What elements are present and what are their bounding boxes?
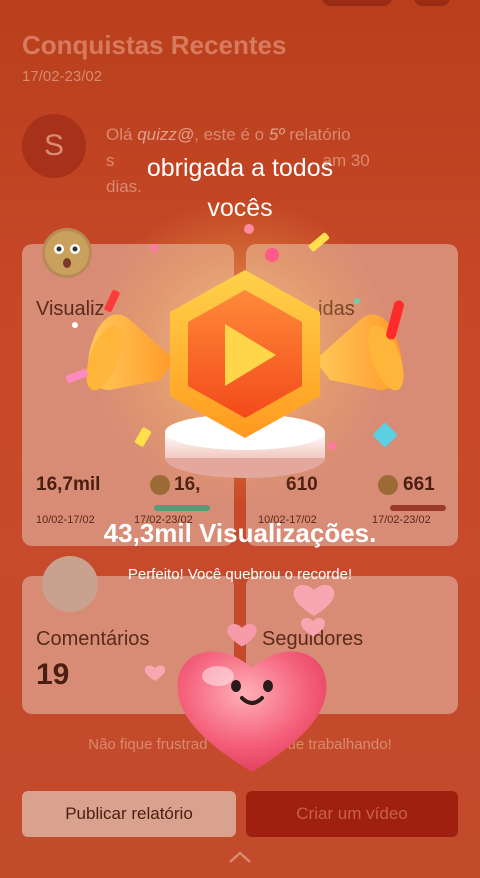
create-video-button[interactable]: Criar um vídeo [246,791,458,837]
views-prev-dates: 10/02-17/02 [36,514,95,526]
page-date-range: 17/02-23/02 [22,68,103,85]
comments-value: 19 [36,658,70,691]
intro-number: 5º [268,125,285,144]
views-curr-dates: 17/02-23/02 [134,514,193,526]
surprised-face-icon [42,228,92,278]
second-card-label: idas [318,298,355,320]
intro-text: Olá quizz@, este é o 5º relatório s am 30… [106,122,416,200]
second-prev-dates: 10/02-17/02 [258,514,317,526]
second-curr-bar [390,505,446,511]
encourage-right: ue trabalhando! [287,736,392,753]
avatar-letter: S [43,129,64,162]
intro-part3: relatório [284,125,351,144]
views-card-label: Visualiz [36,298,105,320]
surprised-face-icon [150,475,170,495]
intro-line2-tail: am 30 [322,151,370,170]
top-tab-stub [322,0,392,6]
intro-line2-start: s [106,151,115,170]
encourage-left: Não fique frustrad [88,736,208,753]
page-title: Conquistas Recentes [22,30,287,60]
comments-label: Comentários [36,628,150,650]
cool-face-icon [378,475,398,495]
intro-part1: Olá [106,125,138,144]
encourage-text: Não fique frustrad ue trabalhando! [0,736,480,753]
intro-username: quizz@ [137,125,195,144]
publish-report-button[interactable]: Publicar relatório [22,791,236,837]
views-curr-bar [154,505,210,511]
views-curr-value: 16, [174,474,201,495]
views-prev-value: 16,7mil [36,474,101,495]
second-curr-dates: 17/02-23/02 [372,514,431,526]
top-tab-stub [414,0,450,6]
second-stat-card[interactable] [246,244,458,546]
intro-line3: dias. [106,177,142,196]
second-prev-value: 610 [286,474,318,495]
intro-part2: , este é o [194,125,269,144]
speech-bubble-icon [42,556,98,612]
followers-label: Seguidores [262,628,364,650]
chevron-up-icon[interactable] [228,850,252,864]
avatar-icon[interactable]: S [22,114,86,178]
background-report-page: Conquistas Recentes 17/02-23/02 S Olá qu… [0,0,480,878]
second-curr-value: 661 [403,474,435,495]
views-card[interactable] [22,244,234,546]
